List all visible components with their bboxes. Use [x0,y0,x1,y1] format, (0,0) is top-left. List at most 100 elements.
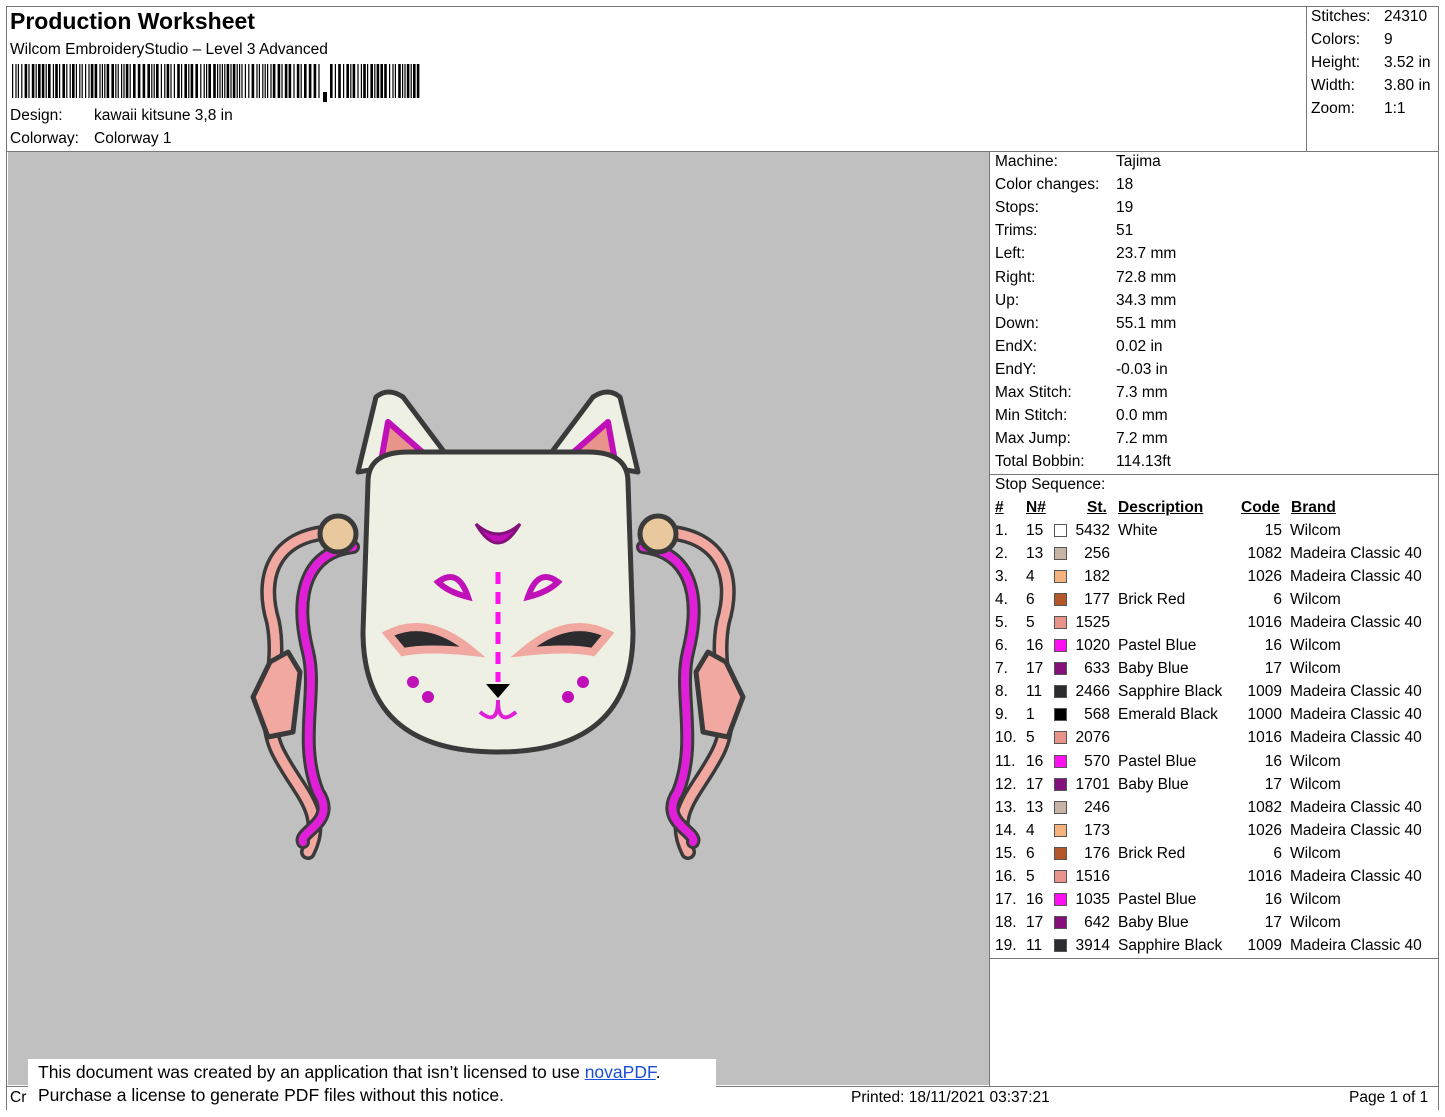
thread-code: 1016 [1247,867,1282,885]
thread-code: 6 [1273,844,1282,862]
col-header-description: Description [1118,499,1204,516]
row-number: 14. [995,821,1017,839]
row-number: 16. [995,867,1017,885]
row-number: 8. [995,683,1008,701]
thread-brand: Madeira Classic 40 [1290,867,1422,885]
color-swatch [1054,685,1067,699]
color-description: Brick Red [1118,591,1186,609]
color-description: Pastel Blue [1118,890,1197,908]
stitch-count: 1516 [1075,867,1110,885]
thread-code: 1009 [1247,683,1282,701]
thread-brand: Madeira Classic 40 [1290,568,1422,586]
row-number: 11. [995,752,1016,770]
thread-code: 1009 [1247,936,1282,954]
needle-number: 17 [1026,660,1044,678]
thread-brand: Wilcom [1290,591,1341,609]
footer-created: Cr [10,1089,27,1106]
needle-number: 16 [1026,752,1044,770]
license-notice: This document was created by an applicat… [28,1059,716,1111]
stitch-count: 5432 [1075,522,1110,539]
thread-code: 1026 [1247,821,1282,839]
row-number: 9. [995,706,1008,724]
color-swatch [1054,662,1067,676]
needle-number: 1 [1026,706,1035,724]
stat-label: Stitches: [1311,8,1371,25]
stat-value: 9 [1384,31,1393,48]
thread-brand: Wilcom [1290,913,1341,931]
color-swatch [1054,731,1067,745]
row-number: 17. [995,890,1017,908]
color-description: Baby Blue [1118,660,1189,678]
thread-brand: Madeira Classic 40 [1290,706,1422,724]
thread-brand: Wilcom [1290,775,1341,793]
color-swatch [1054,869,1067,883]
needle-number: 5 [1026,867,1035,885]
color-swatch [1054,616,1067,630]
novapdf-link[interactable]: novaPDF [585,1062,656,1082]
notice-period: . [655,1062,661,1082]
thread-code: 16 [1264,637,1282,655]
thread-code: 1026 [1247,568,1282,586]
thread-code: 1082 [1247,545,1282,563]
stitch-count: 1525 [1075,614,1110,632]
detail-label: Down: [995,314,1039,332]
thread-code: 6 [1273,591,1282,609]
row-number: 3. [995,568,1008,586]
stitch-count: 568 [1084,706,1110,724]
thread-code: 17 [1264,913,1282,931]
thread-brand: Wilcom [1290,752,1341,770]
kitsune-mask-embroidery [250,389,746,860]
stat-value: 3.80 in [1384,77,1431,94]
color-description: Baby Blue [1118,913,1189,931]
row-number: 19. [995,936,1017,954]
stitch-count: 633 [1084,660,1110,678]
stitch-count: 246 [1084,798,1110,816]
needle-number: 6 [1026,591,1035,609]
col-header-code: Code [1241,499,1280,516]
detail-value: 7.3 mm [1116,384,1168,401]
notice-text-line2: Purchase a license to generate PDF files… [38,1085,504,1105]
stitch-count: 2076 [1075,729,1110,747]
thread-code: 15 [1264,522,1282,539]
color-description: White [1118,522,1158,539]
design-preview [8,152,989,1085]
color-description: Sapphire Black [1118,683,1223,701]
detail-label: Min Stitch: [995,407,1068,425]
thread-brand: Madeira Classic 40 [1290,683,1422,701]
needle-number: 11 [1026,683,1043,701]
thread-code: 16 [1264,890,1282,908]
color-swatch [1054,593,1067,607]
page-title: Production Worksheet [10,8,255,34]
color-swatch [1054,823,1067,837]
color-swatch [1054,524,1067,537]
needle-number: 6 [1026,844,1035,862]
thread-code: 17 [1264,775,1282,793]
row-number: 6. [995,637,1008,655]
notice-text: This document was created by an applicat… [38,1062,585,1082]
detail-value: -0.03 in [1116,360,1168,378]
thread-brand: Madeira Classic 40 [1290,936,1422,954]
color-description: Baby Blue [1118,775,1189,793]
color-description: Brick Red [1118,844,1186,862]
detail-label: Stops: [995,199,1039,217]
detail-label: Max Stitch: [995,384,1072,401]
detail-label: Right: [995,268,1036,286]
stitch-count: 570 [1084,752,1110,770]
thread-brand: Wilcom [1290,890,1341,908]
needle-number: 13 [1026,798,1044,816]
needle-number: 4 [1026,568,1035,586]
stitch-count: 1701 [1075,775,1110,793]
row-number: 2. [995,545,1008,563]
row-number: 4. [995,591,1008,609]
color-description: Sapphire Black [1118,936,1223,954]
needle-number: 11 [1026,936,1043,954]
detail-label: Color changes: [995,176,1100,194]
detail-value: 7.2 mm [1116,430,1168,448]
thread-brand: Wilcom [1290,522,1341,539]
thread-brand: Wilcom [1290,844,1341,862]
detail-value: 72.8 mm [1116,268,1177,286]
thread-code: 1016 [1247,729,1282,747]
barcode [12,64,420,102]
needle-number: 5 [1026,729,1035,747]
row-number: 10. [995,729,1017,747]
